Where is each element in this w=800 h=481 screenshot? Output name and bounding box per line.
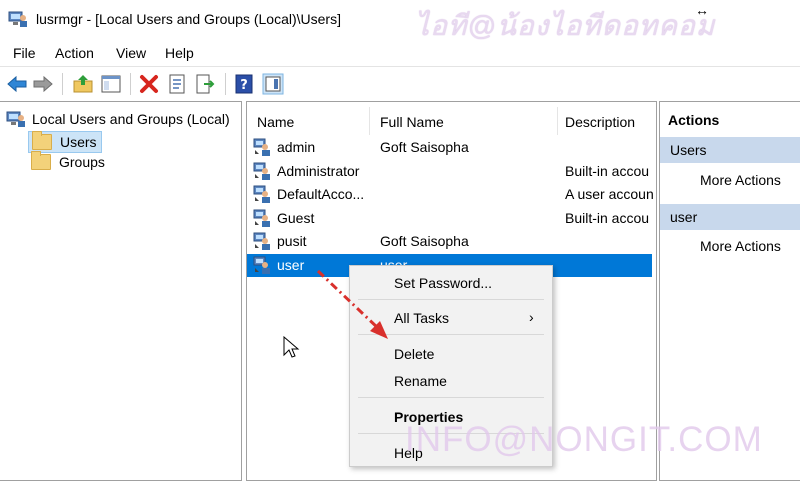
actions-group-user[interactable]: user: [660, 204, 800, 230]
menu-file[interactable]: File: [13, 45, 36, 61]
table-row[interactable]: pusit Goft Saisopha: [247, 230, 652, 253]
export-list-icon[interactable]: [194, 73, 216, 95]
cell-description: Built-in accou: [565, 162, 650, 179]
cell-name: Administrator: [277, 162, 360, 179]
computer-users-icon: [6, 111, 25, 127]
cell-name: Guest: [277, 209, 315, 226]
ctx-delete[interactable]: Delete: [394, 346, 434, 362]
actions-group-users[interactable]: Users: [660, 137, 800, 163]
console-tree-pane: Local Users and Groups (Local) Users Gro…: [0, 101, 242, 481]
forward-arrow-icon[interactable]: [32, 73, 54, 95]
ctx-separator: [358, 334, 544, 335]
column-separator[interactable]: [557, 107, 558, 135]
svg-text:?: ?: [240, 78, 248, 93]
column-header-description[interactable]: Description: [565, 114, 635, 130]
cell-name: pusit: [277, 233, 307, 250]
ctx-set-password[interactable]: Set Password...: [394, 275, 492, 291]
user-account-icon: [253, 185, 271, 204]
table-row[interactable]: Guest Built-in accou: [247, 207, 652, 230]
cell-description: A user accoun: [565, 186, 653, 203]
resize-cursor-icon: ↔: [695, 2, 709, 18]
folder-icon: [32, 131, 52, 150]
column-header-name[interactable]: Name: [257, 114, 294, 130]
ctx-all-tasks[interactable]: All Tasks: [394, 310, 449, 326]
mouse-pointer-icon: [283, 336, 300, 358]
more-actions-user-link[interactable]: More Actions: [700, 238, 781, 254]
ctx-rename[interactable]: Rename: [394, 373, 447, 389]
computer-users-app-icon: [8, 11, 27, 27]
actions-title: Actions: [668, 112, 720, 128]
user-account-icon: [253, 209, 271, 227]
user-account-icon: [253, 232, 271, 251]
cell-full-name: Goft Saisopha: [380, 139, 469, 155]
watermark-bottom: INFO@NONGIT.COM: [405, 420, 763, 459]
title-bar: lusrmgr - [Local Users and Groups (Local…: [0, 0, 800, 41]
column-header-full-name[interactable]: Full Name: [380, 114, 444, 130]
tree-item-groups[interactable]: Groups: [31, 151, 105, 170]
cell-name: DefaultAcco...: [277, 186, 365, 203]
table-row[interactable]: Administrator Built-in accou: [247, 160, 652, 183]
tree-root-label: Local Users and Groups (Local): [32, 111, 230, 127]
menu-action[interactable]: Action: [55, 45, 94, 61]
menu-view[interactable]: View: [116, 45, 146, 61]
toolbar-separator: [225, 73, 226, 95]
window-title: lusrmgr - [Local Users and Groups (Local…: [36, 11, 341, 27]
ctx-separator: [358, 299, 544, 300]
help-icon[interactable]: ?: [233, 73, 255, 95]
delete-x-icon[interactable]: [138, 73, 160, 95]
user-account-icon: [253, 138, 271, 156]
back-arrow-icon[interactable]: [6, 73, 28, 95]
toolbar: ?: [0, 66, 800, 101]
ctx-separator: [358, 397, 544, 398]
tree-item-users[interactable]: Users: [28, 131, 102, 153]
tree-root[interactable]: Local Users and Groups (Local): [6, 110, 230, 128]
action-pane-icon[interactable]: [262, 73, 284, 95]
more-actions-users-link[interactable]: More Actions: [700, 172, 781, 188]
properties-icon[interactable]: [166, 73, 188, 95]
table-row[interactable]: DefaultAcco... A user accoun: [247, 183, 653, 206]
cell-full-name: Goft Saisopha: [380, 233, 469, 250]
cell-description: Built-in accou: [565, 209, 650, 226]
show-hide-tree-icon[interactable]: [100, 73, 122, 95]
up-folder-icon[interactable]: [72, 73, 94, 95]
toolbar-separator: [62, 73, 63, 95]
actions-group-user-label: user: [670, 209, 698, 225]
toolbar-separator: [130, 73, 131, 95]
tree-item-users-label: Users: [60, 134, 97, 150]
menu-bar: File Action View Help: [0, 40, 800, 66]
menu-help[interactable]: Help: [165, 45, 194, 61]
folder-icon: [31, 151, 51, 170]
submenu-chevron-icon: ›: [529, 309, 534, 325]
cell-name: admin: [277, 139, 316, 155]
actions-group-users-label: Users: [670, 142, 707, 158]
user-account-icon: [253, 162, 271, 180]
tree-item-groups-label: Groups: [59, 154, 105, 170]
user-account-icon: [253, 256, 271, 274]
table-row[interactable]: admin Goft Saisopha: [247, 136, 652, 159]
column-separator[interactable]: [369, 107, 370, 135]
